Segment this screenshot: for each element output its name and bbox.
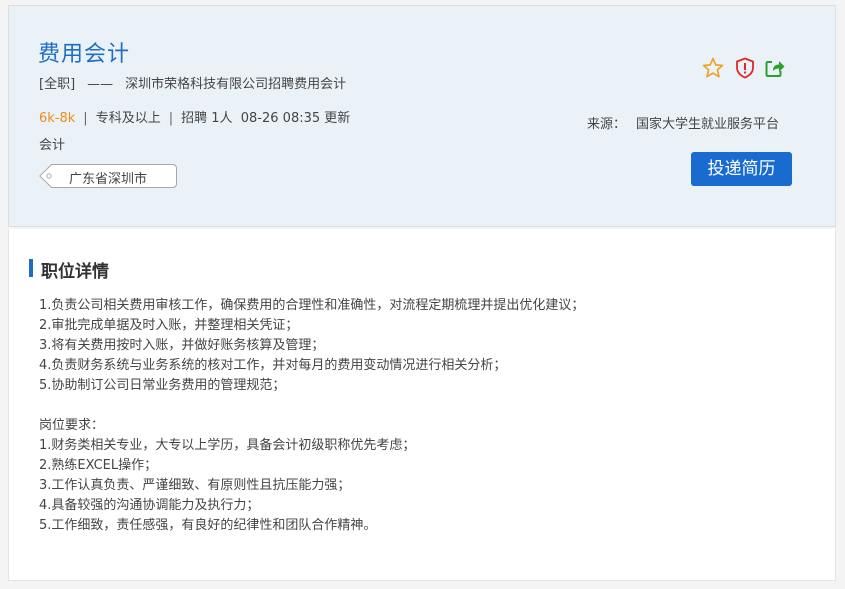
updated-time: 08-26 08:35 更新 — [240, 111, 351, 126]
duty-item: 2.审批完成单据及时入账，并整理相关凭证； — [39, 318, 299, 333]
report-icon[interactable] — [733, 56, 757, 80]
job-meta-line: 6k-8k | 专科及以上 | 招聘 1人 08-26 08:35 更新 — [39, 107, 350, 126]
apply-resume-button[interactable]: 投递简历 — [691, 152, 792, 186]
requirement-item: 1.财务类相关专业，大专以上学历，具备会计初级职称优先考虑； — [39, 438, 416, 453]
duty-item: 4.负责财务系统与业务系统的核对工作，并对每月的费用变动情况进行相关分析； — [39, 358, 507, 373]
job-details-panel: 职位详情 1.负责公司相关费用审核工作，确保费用的合理性和准确性，对流程定期梳理… — [8, 229, 836, 581]
section-title: 职位详情 — [41, 262, 109, 282]
source-info: 来源： 国家大学生就业服务平台 — [587, 113, 779, 132]
section-accent-bar — [29, 259, 33, 277]
job-description: 1.负责公司相关费用审核工作，确保费用的合理性和准确性，对流程定期梳理并提出优化… — [39, 296, 584, 536]
headcount: 招聘 1人 — [181, 111, 233, 126]
requirement-item: 2.熟练EXCEL操作； — [39, 458, 158, 473]
location-tag: 广东省深圳市 — [39, 164, 177, 188]
duty-item: 5.协助制订公司日常业务费用的管理规范； — [39, 378, 286, 393]
job-header: 费用会计 [全职] —— 深圳市荣格科技有限公司招聘费用会计 6k-8k | 专科及以上… — [8, 5, 836, 227]
requirement-item: 5.工作细致，责任感强，有良好的纪律性和团队合作精神。 — [39, 518, 377, 533]
meta-separator: | — [83, 111, 88, 126]
requirement-item: 3.工作认真负责、严谨细致、有原则性且抗压能力强； — [39, 478, 351, 493]
location-text: 广东省深圳市 — [69, 172, 148, 187]
requirements-title: 岗位要求： — [39, 418, 105, 433]
company-recruit-text[interactable]: 深圳市荣格科技有限公司招聘费用会计 — [125, 77, 346, 92]
share-icon[interactable] — [763, 56, 787, 80]
duty-item: 3.将有关费用按时入账，并做好账务核算及管理； — [39, 338, 325, 353]
requirement-item: 4.具备较强的沟通协调能力及执行力； — [39, 498, 260, 513]
salary: 6k-8k — [39, 111, 76, 126]
job-title: 费用会计 — [38, 42, 131, 67]
education: 专科及以上 — [95, 111, 161, 126]
source-name: 国家大学生就业服务平台 — [636, 117, 780, 132]
star-icon[interactable] — [701, 56, 725, 80]
dash-separator: —— — [87, 77, 114, 92]
duty-item: 1.负责公司相关费用审核工作，确保费用的合理性和准确性，对流程定期梳理并提出优化… — [39, 298, 585, 313]
meta-separator: | — [168, 111, 174, 126]
source-label: 来源： — [587, 117, 627, 132]
job-category: 会计 — [39, 138, 66, 153]
job-type: [全职] — [39, 77, 76, 92]
job-company-line: [全职] —— 深圳市荣格科技有限公司招聘费用会计 — [39, 73, 346, 92]
